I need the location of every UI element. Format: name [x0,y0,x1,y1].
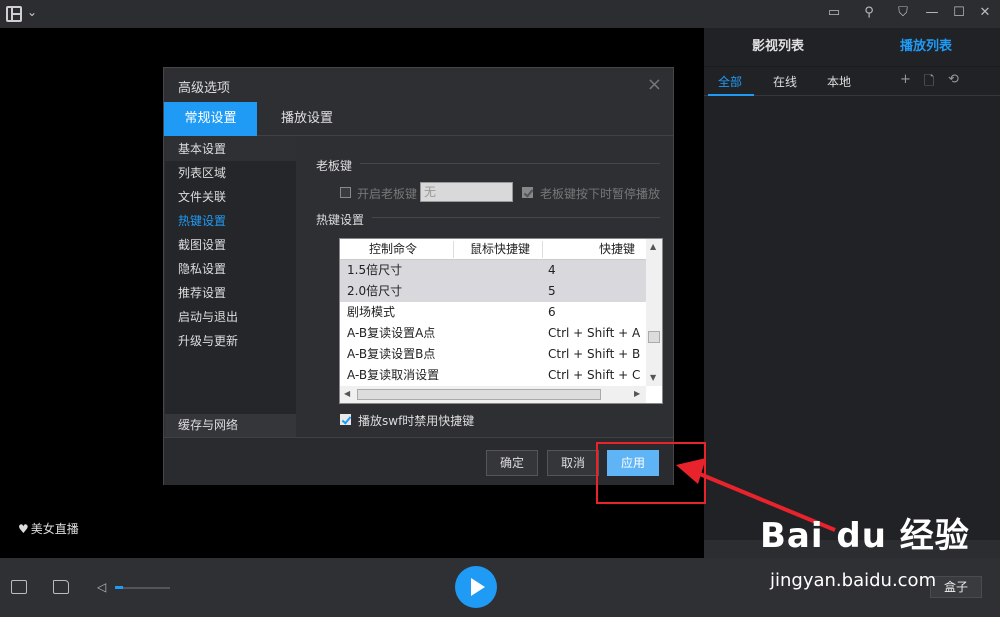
watermark-brand: Bai du 经验 [760,516,970,556]
watermark-url: jingyan.baidu.com [770,570,937,591]
baidu-watermark: Bai du 经验 jingyan.baidu.com [760,508,970,591]
